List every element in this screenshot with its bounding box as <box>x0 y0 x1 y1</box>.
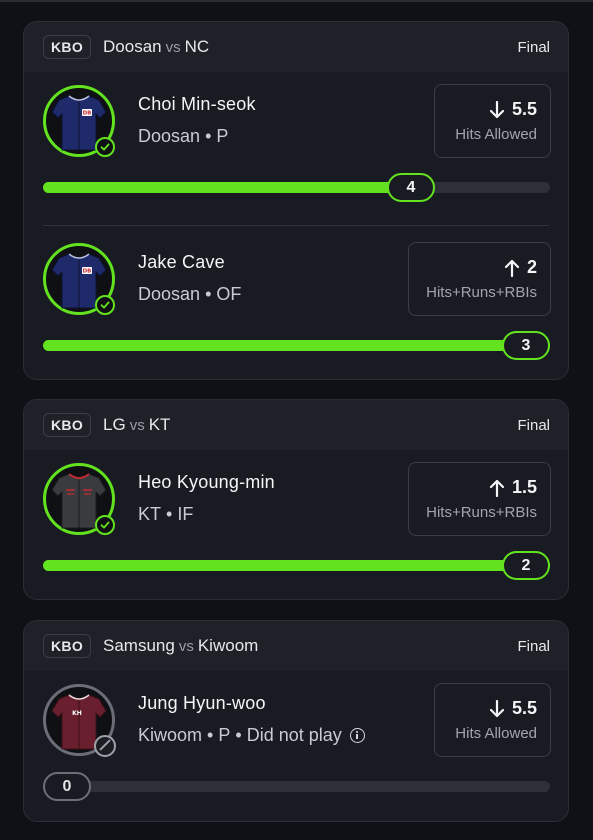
player-name: Jung Hyun-woo <box>138 693 266 713</box>
progress-fill <box>43 182 412 193</box>
away-team: KT <box>148 415 171 434</box>
matchup: Doosan vs NC <box>103 37 209 57</box>
arrow-down-icon <box>489 100 505 118</box>
jersey-logo: DB <box>83 111 92 117</box>
info-icon[interactable] <box>349 728 365 743</box>
progress-fill <box>43 340 550 351</box>
player-position: P <box>216 126 229 146</box>
league-badge: KBO <box>43 634 92 658</box>
pick-row[interactable]: DB Jake Cave Doosan • OF 2 Hits+Runs+RBI… <box>24 230 568 379</box>
check-icon <box>95 295 115 315</box>
arrow-up-icon <box>489 479 505 497</box>
home-team: Doosan <box>103 37 162 56</box>
top-divider <box>0 0 593 2</box>
game-status: Final <box>517 38 550 56</box>
matchup: Samsung vs Kiwoom <box>103 636 258 656</box>
meta-separator: • <box>205 284 212 304</box>
stat-type: Hits+Runs+RBIs <box>426 504 537 521</box>
away-team: NC <box>184 37 210 56</box>
stat-type: Hits+Runs+RBIs <box>426 284 537 301</box>
game-card-doosan-nc[interactable]: KBO Doosan vs NC Final DB Choi Min-seok Do… <box>23 21 569 380</box>
did-not-play-label: Did not play <box>246 725 342 745</box>
player-name: Jake Cave <box>138 252 225 272</box>
player-name: Choi Min-seok <box>138 94 256 114</box>
meta-separator: • <box>235 725 242 745</box>
player-meta: KT • IF <box>138 504 193 525</box>
vs-label: vs <box>178 638 194 655</box>
stat-type: Hits Allowed <box>455 725 537 742</box>
game-status: Final <box>517 637 550 655</box>
player-team: Kiwoom <box>138 725 203 745</box>
check-icon <box>95 137 115 157</box>
jersey-logo: DB <box>83 269 92 275</box>
result-value-pill: 0 <box>43 772 91 801</box>
meta-separator: • <box>207 725 214 745</box>
line-value: 5.5 <box>511 698 537 718</box>
game-card-lg-kt[interactable]: KBO LG vs KT Final Heo Kyoung-min KT • IF … <box>23 399 569 600</box>
pick-divider <box>43 225 549 226</box>
vs-label: vs <box>165 39 181 56</box>
matchup: LG vs KT <box>103 415 170 435</box>
check-icon <box>95 515 115 535</box>
vs-label: vs <box>129 417 145 434</box>
stat-type: Hits Allowed <box>455 126 537 143</box>
home-team: LG <box>103 415 126 434</box>
player-avatar: KH <box>43 684 116 757</box>
player-position: P <box>218 725 231 745</box>
progress-track: 3 <box>43 331 550 360</box>
projection-box[interactable]: 1.5 Hits+Runs+RBIs <box>408 462 551 536</box>
player-meta: Kiwoom • P • Did not play <box>138 725 365 746</box>
projection-box[interactable]: 2 Hits+Runs+RBIs <box>408 242 551 316</box>
game-header: KBO Doosan vs NC Final <box>24 22 568 72</box>
pick-row[interactable]: DB Choi Min-seok Doosan • P 5.5 Hits All… <box>24 72 568 230</box>
arrow-up-icon <box>504 259 520 277</box>
player-meta: Doosan • P <box>138 126 228 147</box>
result-value-pill: 3 <box>502 331 550 360</box>
player-meta: Doosan • OF <box>138 284 241 305</box>
arrow-down-icon <box>489 699 505 717</box>
player-avatar <box>43 463 115 535</box>
meta-separator: • <box>166 504 173 524</box>
progress-track: 0 <box>43 772 550 801</box>
player-team: KT <box>138 504 162 524</box>
player-team: Doosan <box>138 284 201 304</box>
jersey-logo: KH <box>72 710 82 717</box>
progress-track: 4 <box>43 173 550 202</box>
game-header: KBO Samsung vs Kiwoom Final <box>24 621 568 671</box>
progress-track: 2 <box>43 551 550 580</box>
player-avatar: DB <box>43 85 115 157</box>
projection-box[interactable]: 5.5 Hits Allowed <box>434 84 551 158</box>
game-status: Final <box>517 416 550 434</box>
game-header: KBO LG vs KT Final <box>24 400 568 450</box>
player-position: IF <box>177 504 194 524</box>
league-badge: KBO <box>43 413 92 437</box>
away-team: Kiwoom <box>197 636 259 655</box>
home-team: Samsung <box>103 636 175 655</box>
player-position: OF <box>216 284 242 304</box>
result-value-pill: 2 <box>502 551 550 580</box>
line-value: 1.5 <box>511 477 537 497</box>
league-badge: KBO <box>43 35 92 59</box>
progress-fill <box>43 560 550 571</box>
game-card-samsung-kiwoom[interactable]: KBO Samsung vs Kiwoom Final KH Jung Hyun-w… <box>23 620 569 822</box>
pick-row[interactable]: Heo Kyoung-min KT • IF 1.5 Hits+Runs+RBI… <box>24 450 568 599</box>
line-value: 2 <box>526 257 537 277</box>
player-name: Heo Kyoung-min <box>138 472 275 492</box>
player-team: Doosan <box>138 126 201 146</box>
meta-separator: • <box>205 126 212 146</box>
result-value-pill: 4 <box>387 173 435 202</box>
player-avatar: DB <box>43 243 115 315</box>
line-value: 5.5 <box>511 99 537 119</box>
projection-box[interactable]: 5.5 Hits Allowed <box>434 683 551 757</box>
blocked-icon <box>94 735 116 757</box>
pick-row[interactable]: KH Jung Hyun-woo Kiwoom • P • Did not pl… <box>24 671 568 821</box>
